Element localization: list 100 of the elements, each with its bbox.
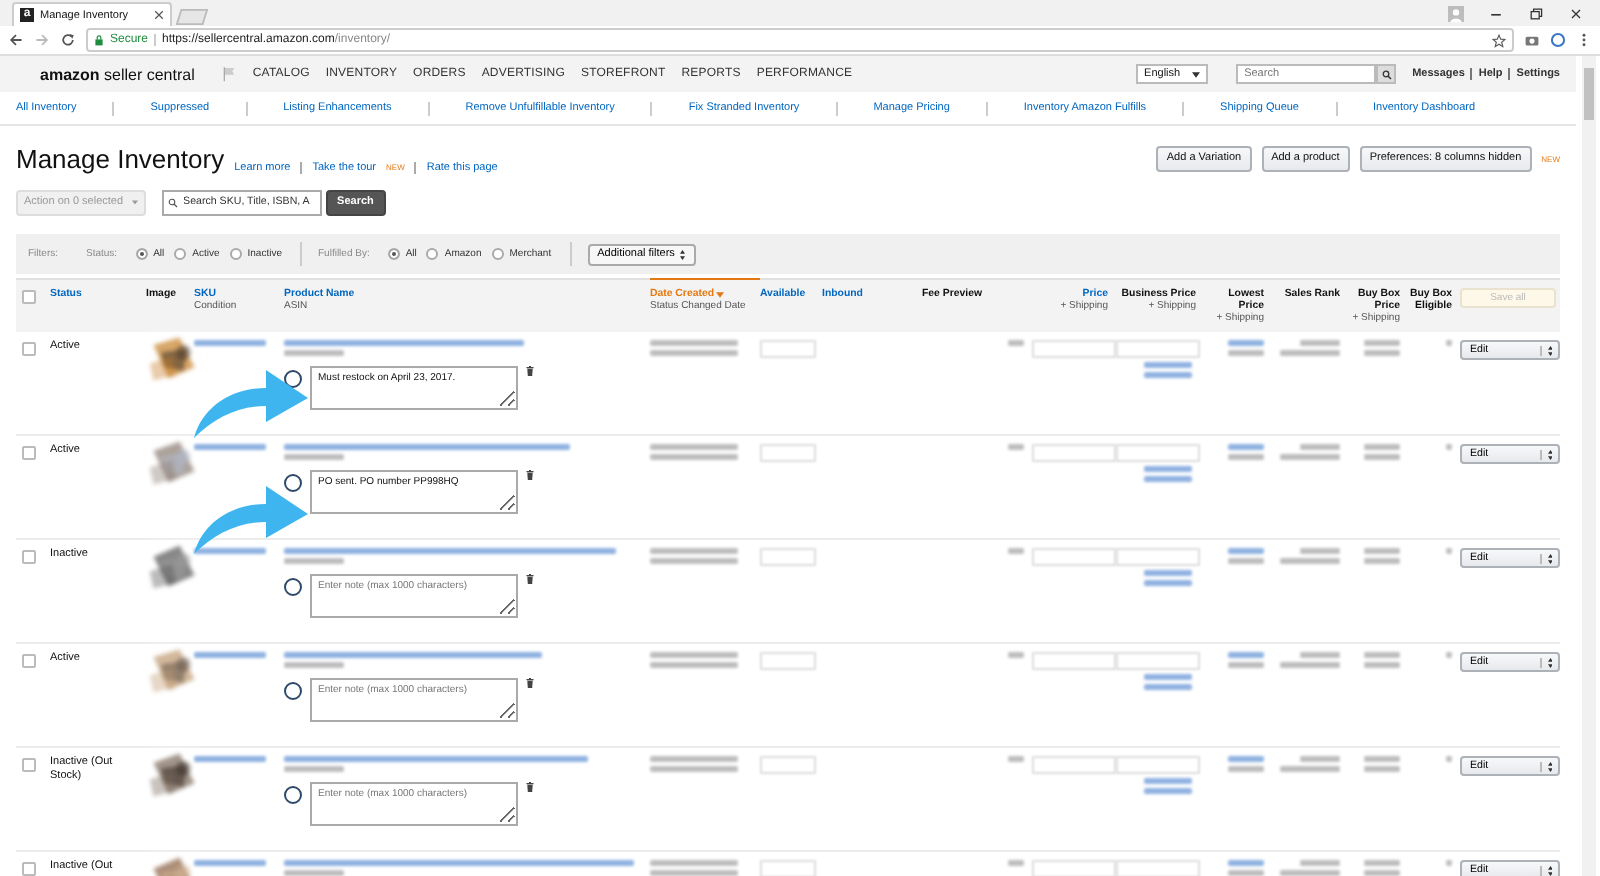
- checkbox[interactable]: [22, 446, 36, 460]
- checkbox[interactable]: [22, 550, 36, 564]
- updown-icon: [680, 249, 686, 259]
- trash-icon[interactable]: [526, 470, 534, 480]
- blurred-text: [1364, 340, 1400, 346]
- blurred-text: [1228, 870, 1264, 876]
- blurred-field: [760, 340, 816, 358]
- blurred-text: [1300, 756, 1340, 762]
- blurred-text: [1364, 756, 1400, 762]
- caret-icon: [1192, 71, 1201, 77]
- blurred-text: [1228, 756, 1264, 762]
- blurred-text: [650, 548, 738, 554]
- star-icon[interactable]: [1492, 33, 1506, 47]
- restore-icon[interactable]: [1528, 5, 1544, 21]
- blurred-text: [1228, 662, 1264, 668]
- blurred-field: [1116, 652, 1200, 670]
- lock-icon: [94, 34, 104, 46]
- blurred-text: [1008, 860, 1024, 866]
- blurred-text: [1144, 788, 1192, 794]
- blurred-text: [1228, 558, 1264, 564]
- blurred-text: [650, 662, 738, 668]
- blurred-text: [1364, 350, 1400, 356]
- blurred-field: [1116, 444, 1200, 462]
- blurred-text: [1144, 778, 1192, 784]
- caret-icon: [131, 199, 138, 205]
- blurred-field: [1116, 548, 1200, 566]
- blurred-text: [1228, 860, 1264, 866]
- blurred-text: [650, 766, 738, 772]
- blurred-text: [1144, 684, 1192, 690]
- blurred-text: [1008, 756, 1024, 762]
- blurred-text: [1228, 652, 1264, 658]
- blurred-field: [760, 652, 816, 670]
- checkbox[interactable]: [22, 290, 36, 304]
- blurred-text: [284, 558, 344, 564]
- blurred-text: [1144, 476, 1192, 482]
- blurred-text: [284, 662, 344, 668]
- radio-button[interactable]: [229, 248, 242, 260]
- back-icon[interactable]: [8, 32, 24, 48]
- blurred-text: [1228, 340, 1264, 346]
- trash-icon[interactable]: [526, 366, 534, 376]
- blurred-text: [1446, 756, 1452, 762]
- camera-icon[interactable]: [1524, 32, 1540, 48]
- updown-icon: [1539, 865, 1558, 875]
- trash-icon[interactable]: [526, 574, 534, 584]
- blurred-text: [1280, 870, 1340, 876]
- blurred-text: [1364, 766, 1400, 772]
- blurred-field: [1116, 756, 1200, 774]
- reload-icon[interactable]: [60, 32, 76, 48]
- blurred-text: [194, 860, 266, 866]
- blurred-text: [1280, 558, 1340, 564]
- trash-icon[interactable]: [526, 782, 534, 792]
- blurred-text: [1280, 766, 1340, 772]
- close-icon[interactable]: [154, 10, 164, 20]
- blurred-text: [1144, 580, 1192, 586]
- search-button[interactable]: [1376, 64, 1397, 84]
- blurred-field: [1116, 340, 1200, 358]
- blurred-text: [1228, 454, 1264, 460]
- checkbox[interactable]: [22, 758, 36, 772]
- radio-button[interactable]: [387, 248, 400, 260]
- blurred-text: [194, 444, 266, 450]
- blurred-field: [760, 548, 816, 566]
- checkbox[interactable]: [22, 342, 36, 356]
- seller-central-logo[interactable]: amazon seller central: [40, 65, 195, 83]
- note-status-icon: [284, 786, 302, 804]
- blurred-text: [1364, 444, 1400, 450]
- close-icon[interactable]: [1568, 5, 1584, 21]
- page-title: Manage Inventory: [16, 143, 225, 173]
- note-status-icon: [284, 682, 302, 700]
- blurred-text: [650, 454, 738, 460]
- radio-button[interactable]: [491, 248, 504, 260]
- blurred-text: [1008, 340, 1024, 346]
- updown-icon: [1539, 657, 1558, 667]
- blurred-field: [1032, 340, 1116, 358]
- blurred-text: [284, 454, 344, 460]
- radio-button[interactable]: [135, 248, 148, 260]
- checkbox[interactable]: [22, 654, 36, 668]
- radio-button[interactable]: [426, 248, 439, 260]
- blurred-text: [1364, 558, 1400, 564]
- scrollbar[interactable]: [1582, 56, 1596, 876]
- blurred-text: [1300, 860, 1340, 866]
- blurred-text: [1144, 466, 1192, 472]
- blurred-text: [284, 350, 344, 356]
- radio-button[interactable]: [174, 248, 187, 260]
- trash-icon[interactable]: [526, 678, 534, 688]
- blurred-text: [1228, 766, 1264, 772]
- blurred-text: [194, 548, 266, 554]
- checkbox[interactable]: [22, 862, 36, 876]
- blurred-text: [1446, 340, 1452, 346]
- blurred-field: [1032, 756, 1116, 774]
- updown-icon: [1539, 761, 1558, 771]
- blurred-text: [1446, 652, 1452, 658]
- blurred-text: [1144, 570, 1192, 576]
- blurred-text: [1144, 674, 1192, 680]
- search-icon: [167, 197, 178, 207]
- blurred-text: [1446, 548, 1452, 554]
- blurred-field: [1032, 444, 1116, 462]
- blurred-text: [1144, 372, 1192, 378]
- blurred-field: [1032, 548, 1116, 566]
- blurred-text: [1144, 362, 1192, 368]
- blurred-text: [1364, 652, 1400, 658]
